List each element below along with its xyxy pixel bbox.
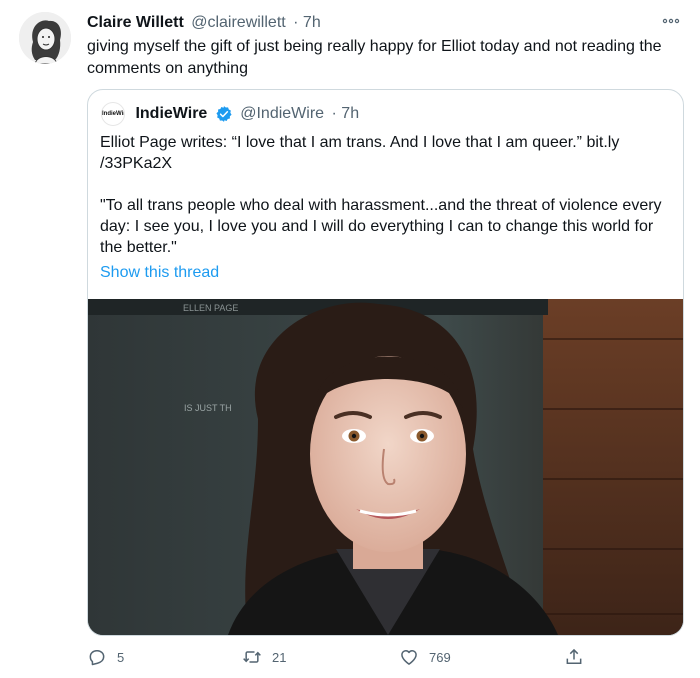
share-button[interactable] — [564, 646, 584, 668]
reply-button[interactable]: 5 — [87, 646, 124, 668]
author-name[interactable]: Claire Willett — [87, 14, 184, 31]
tweet-header: Claire Willett @clairewillett · 7h — [87, 13, 321, 33]
more-options-icon[interactable] — [656, 11, 686, 33]
author-avatar[interactable] — [19, 12, 71, 64]
avatar-illustration-icon — [19, 12, 71, 64]
like-button[interactable]: 769 — [399, 646, 451, 668]
indiewire-logo: IndieWire — [101, 102, 125, 126]
like-count: 769 — [429, 649, 451, 665]
tweet[interactable]: Claire Willett @clairewillett · 7h givin… — [0, 0, 700, 678]
quoted-tweet-text: Elliot Page writes: “I love that I am tr… — [100, 132, 668, 258]
quoted-author-name[interactable]: IndieWire — [135, 105, 207, 122]
quoted-tweet[interactable]: IndieWire IndieWire @IndieWire · 7h Elli… — [87, 89, 684, 636]
backdrop-text-1: ELLEN PAGE — [183, 303, 238, 313]
quoted-tweet-header: IndieWire IndieWire @IndieWire · 7h — [101, 102, 360, 126]
quoted-tweet-photo[interactable]: ELLEN PAGE IS JUST TH — [88, 299, 683, 635]
tweet-actions: 5 21 769 — [87, 646, 687, 668]
backdrop-text-2: IS JUST TH — [184, 403, 232, 413]
quoted-author-handle[interactable]: @IndieWire — [240, 105, 324, 122]
heart-icon — [401, 650, 417, 665]
reply-count: 5 — [117, 649, 125, 665]
show-thread-link[interactable]: Show this thread — [100, 262, 219, 284]
tweet-text: giving myself the gift of just being rea… — [87, 38, 662, 77]
author-handle[interactable]: @clairewillett — [191, 14, 285, 31]
quoted-text-paragraph-1: Elliot Page writes: “I love that I am tr… — [100, 134, 620, 172]
retweet-count: 21 — [272, 649, 287, 665]
retweet-button[interactable]: 21 — [242, 646, 286, 668]
share-icon — [566, 648, 582, 664]
quoted-tweet-time[interactable]: · 7h — [332, 105, 360, 122]
reply-icon — [89, 650, 105, 666]
tweet-time[interactable]: · 7h — [293, 14, 321, 31]
portrait-photo: ELLEN PAGE IS JUST TH — [88, 299, 683, 635]
quoted-text-paragraph-2: "To all trans people who deal with haras… — [100, 197, 662, 256]
retweet-icon — [243, 651, 261, 663]
verified-badge-icon — [216, 106, 232, 122]
